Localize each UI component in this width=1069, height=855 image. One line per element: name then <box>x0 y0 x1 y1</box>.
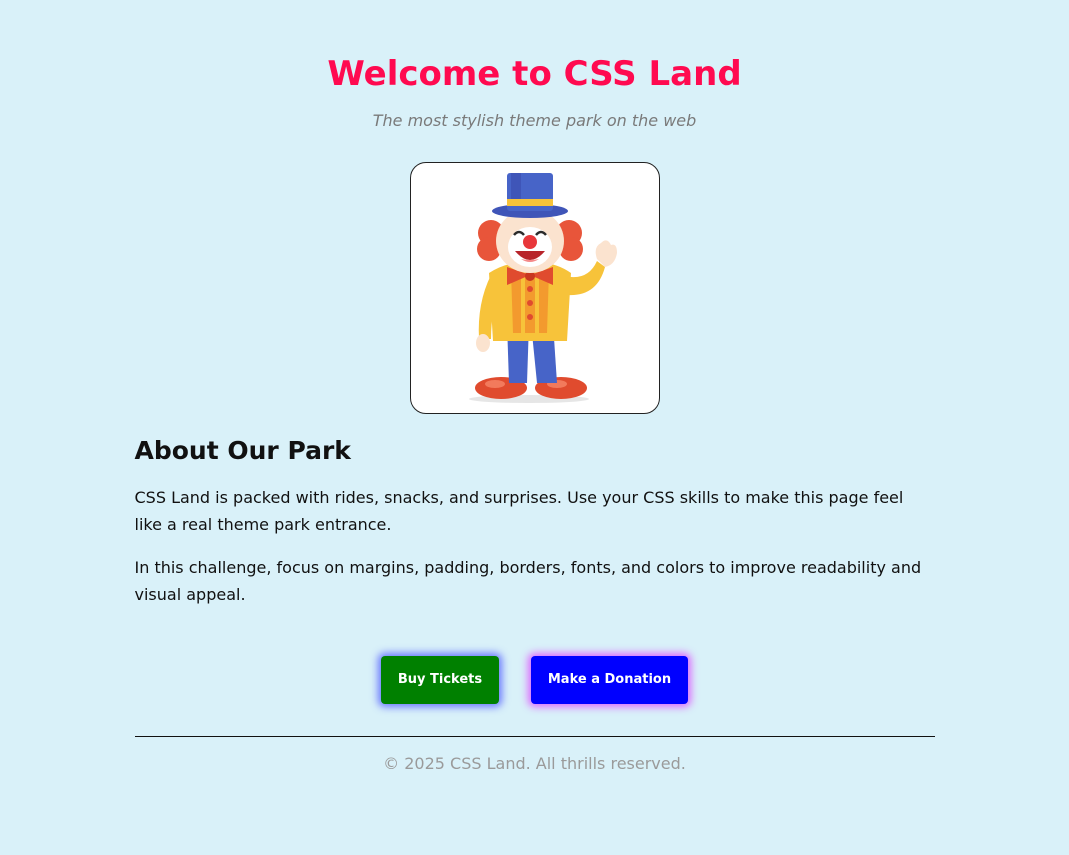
make-donation-button[interactable]: Make a Donation <box>531 656 688 704</box>
about-paragraph-2: In this challenge, focus on margins, pad… <box>134 558 922 604</box>
action-buttons: Buy Tickets Make a Donation <box>135 656 935 704</box>
footer-text: © 2025 CSS Land. All thrills reserved. <box>383 754 686 773</box>
about-heading: About Our Park <box>134 436 351 465</box>
mascot-image <box>409 162 660 414</box>
clown-icon <box>468 173 617 403</box>
tagline: The most stylish theme park on the web <box>372 111 697 130</box>
page-title: Welcome to CSS Land <box>327 54 742 94</box>
about-paragraph-1: CSS Land is packed with rides, snacks, a… <box>134 488 904 534</box>
buy-tickets-button[interactable]: Buy Tickets <box>381 656 499 704</box>
footer-divider <box>134 736 935 737</box>
page: Welcome to CSS Land The most stylish the… <box>134 0 935 775</box>
